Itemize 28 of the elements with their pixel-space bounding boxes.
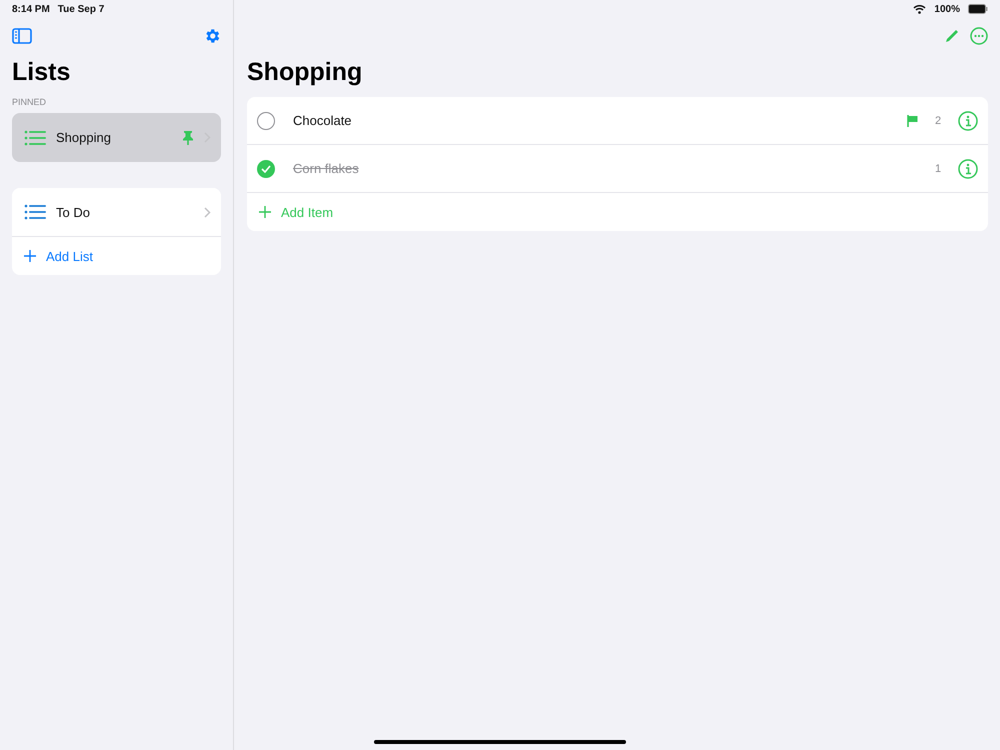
sidebar-toggle-icon[interactable]: [12, 28, 32, 44]
checkbox[interactable]: [257, 112, 275, 130]
checkbox[interactable]: [257, 160, 275, 178]
info-icon[interactable]: [958, 110, 978, 130]
pencil-icon[interactable]: [944, 28, 960, 44]
plus-icon: [259, 206, 271, 218]
sidebar-title: Lists: [12, 58, 72, 87]
status-date: Tue Sep 7: [58, 4, 104, 14]
item-quantity: 1: [934, 162, 942, 174]
more-icon[interactable]: [970, 27, 988, 45]
item-name: Chocolate: [293, 113, 353, 128]
info-icon[interactable]: [958, 158, 978, 178]
section-header: PINNED: [12, 97, 48, 107]
checkmark-icon: [261, 164, 271, 172]
status-time: 8:14 PM: [12, 4, 50, 14]
list-name: To Do: [56, 204, 91, 220]
list-name: Shopping: [56, 130, 112, 145]
pin-icon: [182, 130, 194, 145]
battery-percent: 100%: [934, 4, 960, 14]
add-list-button[interactable]: Add List: [12, 237, 221, 275]
plus-icon: [24, 250, 36, 262]
item-quantity: 2: [934, 114, 942, 126]
chevron-icon: [204, 206, 211, 218]
wifi-icon: [913, 4, 926, 14]
item-name: Corn flakes: [293, 161, 360, 176]
list-row[interactable]: Shopping: [12, 113, 221, 162]
list-title: Shopping: [247, 58, 364, 87]
battery-icon: [968, 4, 988, 14]
